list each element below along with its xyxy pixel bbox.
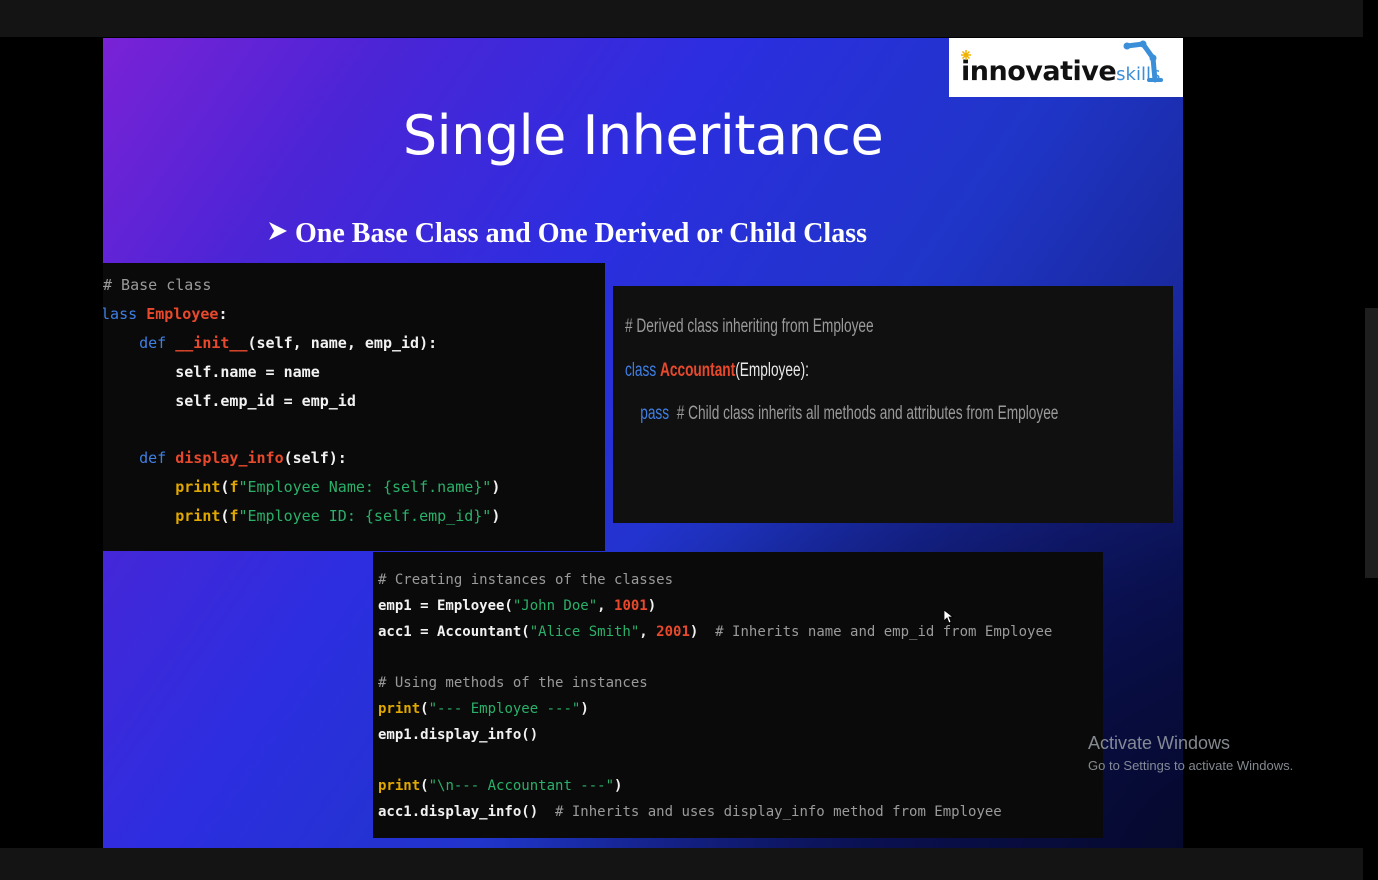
code-text: emp1.display_info() — [378, 727, 539, 743]
code-line: # Base class — [103, 276, 211, 294]
code-comment: # Derived class inheriting from Employee — [625, 316, 874, 337]
innovative-skills-logo: innovativeskills — [949, 38, 1183, 97]
code-line: # Using methods of the instances — [378, 675, 648, 691]
code-line: emp1.display_info() — [378, 727, 538, 743]
arrow-bullet-icon — [269, 222, 287, 240]
slide-title: Single Inheritance — [402, 104, 884, 167]
code-line: # Creating instances of the classes — [378, 572, 673, 588]
video-viewer: innovativeskills Single Inheritance One … — [0, 0, 1378, 880]
logo-spark-icon — [961, 50, 971, 60]
code-text: print("\n--- Accountant ---") — [378, 778, 623, 794]
code-text: print(f"Employee Name: {self.name}") — [175, 478, 501, 496]
code-text: class Accountant(Employee): — [625, 360, 809, 381]
code-line: self.emp_id = emp_id — [103, 392, 356, 410]
code-line: emp1 = Employee("John Doe", 1001) — [378, 598, 656, 614]
code-line: print("\n--- Accountant ---") — [378, 778, 622, 794]
code-line: # Derived class inheriting from Employee — [625, 316, 874, 338]
code-text: self.name = name — [103, 363, 320, 381]
code-text: def __init__(self, name, emp_id): — [139, 334, 438, 352]
code-line: self.name = name — [103, 363, 320, 381]
code-line: pass # Child class inherits all methods … — [625, 403, 1058, 425]
code-line: print(f"Employee Name: {self.name}") — [103, 478, 500, 496]
watermark-title: Activate Windows — [1088, 733, 1231, 753]
code-comment: # Base class — [103, 276, 212, 294]
code-line: def display_info(self): — [103, 449, 347, 467]
code-line: print(f"Employee ID: {self.emp_id}") — [103, 507, 500, 525]
code-line: def __init__(self, name, emp_id): — [103, 334, 437, 352]
base-class-code-panel: # Base class class Employee: def __init_… — [103, 263, 605, 551]
code-text: self.emp_id = emp_id — [103, 392, 356, 410]
code-text: emp1 = Employee("John Doe", 1001) — [378, 598, 657, 614]
watermark-subtitle: Go to Settings to activate Windows. — [1088, 758, 1294, 773]
code-line: print("--- Employee ---") — [378, 701, 589, 717]
mouse-pointer-icon — [944, 610, 954, 624]
code-text: acc1 = Accountant("Alice Smith", 2001) #… — [378, 624, 1053, 640]
subtitle-text: One Base Class and One Derived or Child … — [295, 218, 867, 249]
bottom-letterbox-bar — [0, 848, 1363, 880]
presentation-slide: innovativeskills Single Inheritance One … — [103, 38, 1183, 848]
logo-brand-text: innovative — [961, 56, 1117, 87]
code-text: class Employee: — [103, 305, 228, 323]
code-line: class Accountant(Employee): — [625, 360, 809, 382]
code-line: acc1 = Accountant("Alice Smith", 2001) #… — [378, 624, 1052, 640]
code-line: class Employee: — [103, 305, 227, 323]
scrollbar-thumb[interactable] — [1365, 308, 1378, 578]
slide-subtitle: One Base Class and One Derived or Child … — [267, 218, 867, 250]
code-text: print(f"Employee ID: {self.emp_id}") — [175, 507, 501, 525]
usage-code-panel: # Creating instances of the classes emp1… — [373, 552, 1103, 838]
derived-class-code-panel: # Derived class inheriting from Employee… — [613, 286, 1173, 523]
code-text: def display_info(self): — [139, 449, 347, 467]
activate-windows-watermark: Activate Windows Go to Settings to activ… — [1088, 733, 1293, 773]
code-text: pass # Child class inherits all methods … — [640, 403, 1059, 424]
code-text: print("--- Employee ---") — [378, 701, 589, 717]
code-line: acc1.display_info() # Inherits and uses … — [378, 804, 1002, 820]
code-comment: # Using methods of the instances — [378, 675, 648, 691]
top-letterbox-bar — [0, 0, 1363, 37]
code-text: acc1.display_info() # Inherits and uses … — [378, 804, 1002, 820]
robot-arm-icon — [1123, 40, 1163, 83]
code-comment: # Creating instances of the classes — [378, 572, 674, 588]
